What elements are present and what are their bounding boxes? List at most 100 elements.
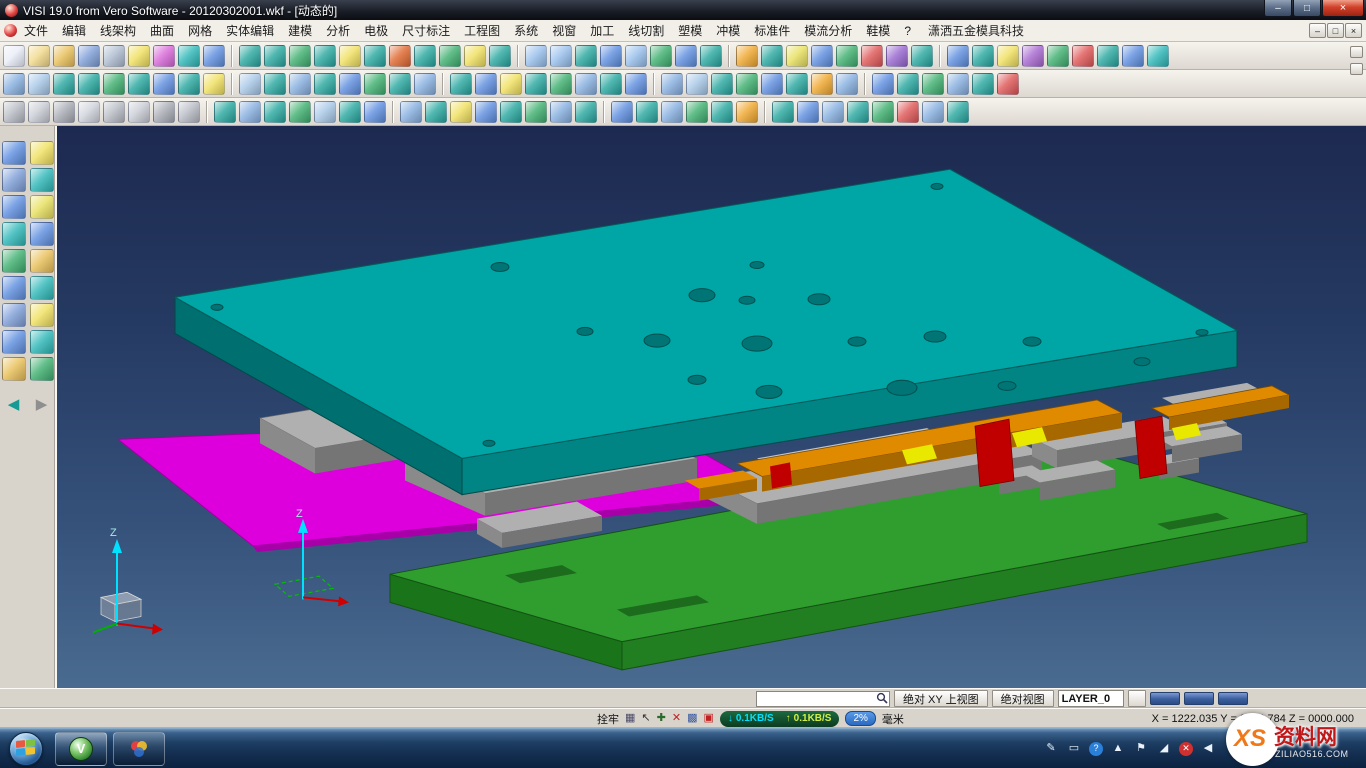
toolbar-icon[interactable] [972, 45, 994, 67]
menu-item-18[interactable]: 标准件 [747, 20, 797, 41]
toolbar-icon[interactable] [364, 101, 386, 123]
toolbar-icon[interactable] [289, 101, 311, 123]
toolbar-icon[interactable] [239, 73, 261, 95]
toolbar-icon[interactable] [214, 101, 236, 123]
grid-icon[interactable]: ▩ [687, 713, 697, 724]
tray-volume-icon[interactable]: ◀ [1200, 741, 1216, 757]
toolbar-icon[interactable] [911, 45, 933, 67]
toolbar-icon[interactable] [30, 222, 54, 246]
toolbar-icon[interactable] [525, 73, 547, 95]
toolbar-icon[interactable] [761, 45, 783, 67]
lock-label[interactable]: 拴牢 [597, 711, 619, 727]
menu-item-9[interactable]: 电极 [357, 20, 395, 41]
mdi-close-button[interactable]: × [1345, 23, 1362, 38]
toolbar-icon[interactable] [78, 73, 100, 95]
toolbar-icon[interactable] [178, 73, 200, 95]
toolbar-icon[interactable] [30, 249, 54, 273]
taskbar-design-button[interactable] [113, 732, 165, 766]
toolbar-icon[interactable] [289, 73, 311, 95]
toolbar-icon[interactable] [339, 101, 361, 123]
toolbar-icon[interactable] [264, 45, 286, 67]
toolbar-icon[interactable] [700, 45, 722, 67]
toolbar-icon[interactable] [2, 303, 26, 327]
toolbar-icon[interactable] [2, 276, 26, 300]
menu-item-17[interactable]: 冲模 [709, 20, 747, 41]
toolbar-icon[interactable] [2, 330, 26, 354]
toolbar-icon[interactable] [2, 249, 26, 273]
toolbar-icon[interactable] [103, 45, 125, 67]
toolbar-icon[interactable] [314, 73, 336, 95]
toolbar-icon[interactable] [264, 101, 286, 123]
tray-error-icon[interactable]: ✕ [1179, 742, 1193, 756]
toolbar-icon[interactable] [450, 101, 472, 123]
toolbar-icon[interactable] [30, 141, 54, 165]
toolbar-icon[interactable] [947, 45, 969, 67]
toolbar-icon[interactable] [30, 195, 54, 219]
viewport-3d[interactable]: Z Z [57, 126, 1366, 688]
toolbar-icon[interactable] [53, 101, 75, 123]
tray-monitor-icon[interactable]: ▭ [1066, 741, 1082, 757]
toolbar-icon[interactable] [178, 45, 200, 67]
toolbar-icon[interactable] [1047, 45, 1069, 67]
toolbar-icon[interactable] [103, 73, 125, 95]
toolbar-icon[interactable] [686, 101, 708, 123]
toolbar-icon[interactable] [575, 73, 597, 95]
toolbar-icon[interactable] [414, 45, 436, 67]
toolbar-overflow-button-2[interactable] [1350, 63, 1363, 75]
toolbar-icon[interactable] [153, 101, 175, 123]
toolbar-icon[interactable] [153, 45, 175, 67]
toolbar-icon[interactable] [947, 73, 969, 95]
toolbar-icon[interactable] [475, 101, 497, 123]
toolbar-icon[interactable] [30, 276, 54, 300]
toolbar-icon[interactable] [625, 73, 647, 95]
toolbar-icon[interactable] [2, 222, 26, 246]
toolbar-icon[interactable] [2, 141, 26, 165]
toolbar-icon[interactable] [450, 73, 472, 95]
toolbar-icon[interactable] [711, 101, 733, 123]
toolbar-icon[interactable] [897, 101, 919, 123]
menu-item-11[interactable]: 工程图 [457, 20, 507, 41]
toolbar-icon[interactable] [178, 101, 200, 123]
maximize-button[interactable]: □ [1293, 0, 1321, 17]
toolbar-icon[interactable] [439, 45, 461, 67]
toolbar-icon[interactable] [861, 45, 883, 67]
toolbar-icon[interactable] [650, 45, 672, 67]
toolbar-icon[interactable] [600, 73, 622, 95]
toolbar-icon[interactable] [997, 45, 1019, 67]
toolbar-icon[interactable] [611, 101, 633, 123]
toolbar-icon[interactable] [600, 45, 622, 67]
toolbar-icon[interactable] [575, 101, 597, 123]
menu-item-10[interactable]: 尺寸标注 [395, 20, 457, 41]
tray-flag-icon[interactable]: ⚑ [1133, 741, 1149, 757]
toolbar-icon[interactable] [314, 101, 336, 123]
tray-pen-icon[interactable]: ✎ [1043, 741, 1059, 757]
menu-item-6[interactable]: 实体编辑 [219, 20, 281, 41]
stop-icon[interactable]: ▣ [703, 713, 713, 724]
toolbar-icon[interactable] [425, 101, 447, 123]
toolbar-icon[interactable] [103, 101, 125, 123]
toolbar-icon[interactable] [239, 101, 261, 123]
toolbar-icon[interactable] [2, 168, 26, 192]
statusbar-pane-1[interactable] [1150, 692, 1180, 705]
close-button[interactable]: × [1322, 0, 1364, 17]
toolbar-icon[interactable] [661, 73, 683, 95]
toolbar-icon[interactable] [550, 73, 572, 95]
toolbar-icon[interactable] [30, 168, 54, 192]
history-back-arrow[interactable]: ◀ [2, 392, 26, 416]
toolbar-icon[interactable] [239, 45, 261, 67]
toolbar-icon[interactable] [811, 45, 833, 67]
toolbar-icon[interactable] [30, 330, 54, 354]
toolbar-icon[interactable] [78, 101, 100, 123]
toolbar-icon[interactable] [761, 73, 783, 95]
toolbar-icon[interactable] [786, 45, 808, 67]
toolbar-icon[interactable] [128, 101, 150, 123]
toolbar-icon[interactable] [772, 101, 794, 123]
menu-item-1[interactable]: 文件 [17, 20, 55, 41]
toolbar-icon[interactable] [525, 45, 547, 67]
statusbar-pane-3[interactable] [1218, 692, 1248, 705]
toolbar-icon[interactable] [550, 101, 572, 123]
menu-item-14[interactable]: 加工 [583, 20, 621, 41]
toolbar-icon[interactable] [886, 45, 908, 67]
toolbar-icon[interactable] [3, 73, 25, 95]
toolbar-icon[interactable] [997, 73, 1019, 95]
